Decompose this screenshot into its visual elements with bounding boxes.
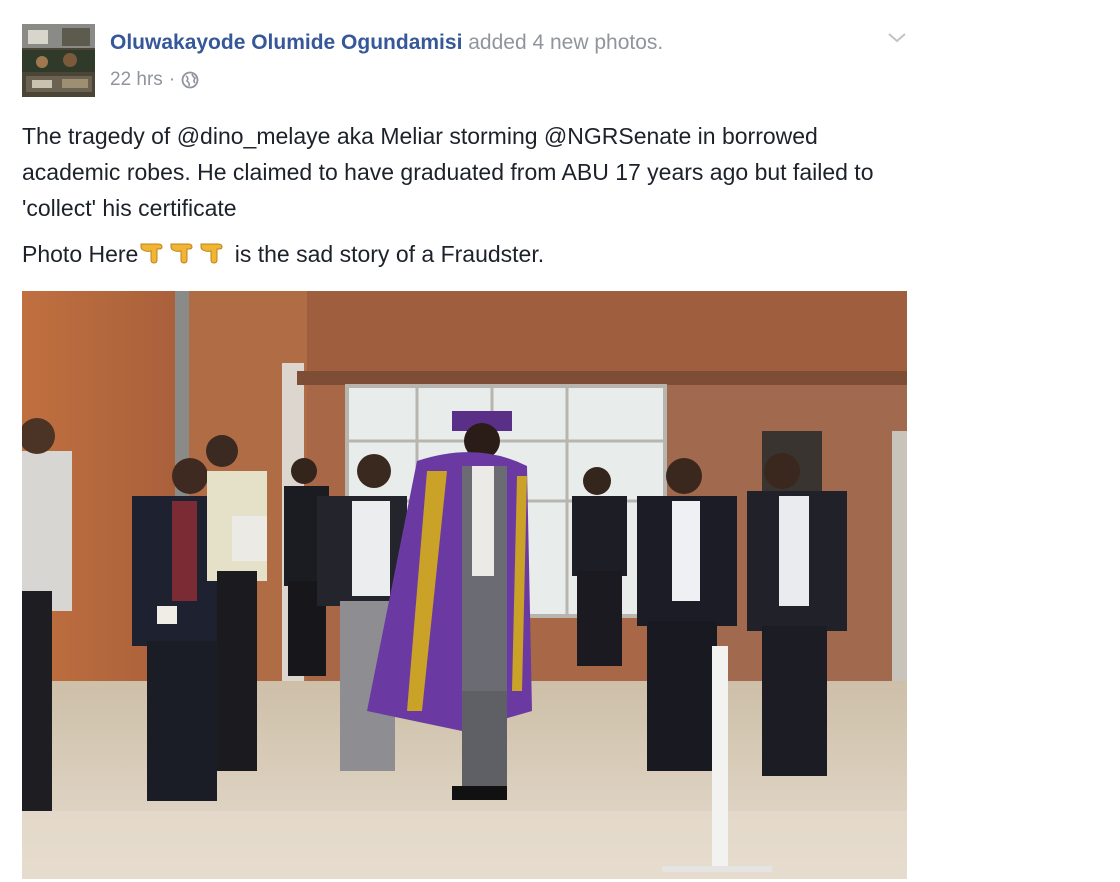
backhand-index-pointing-down-icon xyxy=(138,240,168,266)
post-photo[interactable] xyxy=(22,291,907,879)
feed-post: Oluwakayode Olumide Ogundamisi added 4 n… xyxy=(0,0,930,882)
post-header: Oluwakayode Olumide Ogundamisi added 4 n… xyxy=(110,30,663,56)
post-action-text: added 4 new photos. xyxy=(468,31,664,54)
backhand-index-pointing-down-icon xyxy=(198,240,228,266)
post-text: The tragedy of @dino_melaye aka Meliar s… xyxy=(22,118,882,272)
author-name-link[interactable]: Oluwakayode Olumide Ogundamisi xyxy=(110,31,462,54)
post-text-paragraph: The tragedy of @dino_melaye aka Meliar s… xyxy=(22,123,874,221)
author-avatar[interactable] xyxy=(22,24,95,97)
post-timestamp[interactable]: 22 hrs xyxy=(110,68,163,92)
chevron-down-icon[interactable] xyxy=(886,30,908,46)
backhand-index-pointing-down-icon xyxy=(168,240,198,266)
photo-image xyxy=(22,291,907,879)
post-text-start: Photo Here xyxy=(22,241,139,267)
post-text-paragraph-2: Photo Here is the sad story of a Fraudst… xyxy=(22,236,882,272)
post-meta: 22 hrs · xyxy=(110,68,199,92)
post-text-end: is the sad story of a Fraudster. xyxy=(228,241,545,267)
meta-separator: · xyxy=(168,69,176,90)
avatar-image xyxy=(22,24,95,97)
globe-icon[interactable] xyxy=(181,71,199,89)
